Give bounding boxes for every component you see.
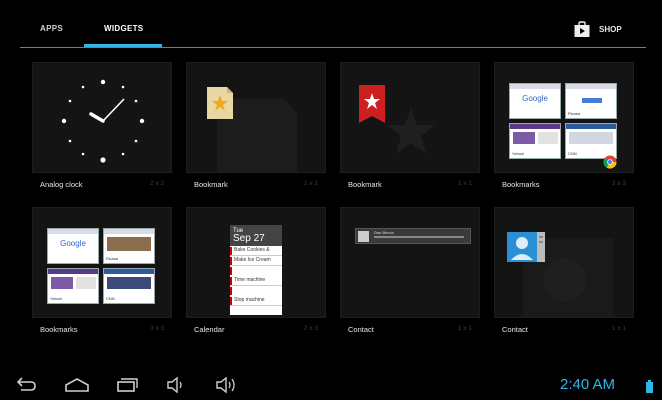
calendar-event: Stop machine bbox=[230, 296, 282, 306]
shop-button[interactable]: SHOP bbox=[573, 20, 622, 38]
bookmark-thumb-google: Google bbox=[47, 228, 99, 264]
volume-down-icon[interactable] bbox=[166, 376, 186, 399]
widget-preview: Tue Sep 27 Bake Cookies & Make Ice Cream… bbox=[186, 207, 326, 318]
bookmark-icon bbox=[207, 87, 297, 172]
widget-preview: Google Picasa Yahoo! CNN bbox=[32, 207, 172, 318]
widget-preview bbox=[186, 62, 326, 173]
bookmark-thumb-cnn: CNN bbox=[103, 268, 155, 304]
tab-divider bbox=[20, 47, 646, 48]
widget-name: Bookmark bbox=[348, 180, 382, 189]
bookmark-thumb-cnn: CNN bbox=[565, 123, 617, 159]
bookmark-thumb-yahoo: Yahoo! bbox=[509, 123, 561, 159]
bookmark-thumb-picasa: Picasa bbox=[103, 228, 155, 264]
tab-widgets[interactable]: WIDGETS bbox=[104, 24, 143, 33]
home-icon[interactable] bbox=[64, 376, 90, 399]
widget-name: Contact bbox=[348, 325, 374, 334]
widget-size: 1 x 1 bbox=[457, 325, 472, 332]
widget-size: 1 x 1 bbox=[303, 180, 318, 187]
bookmark-thumb-google: Google bbox=[509, 83, 561, 119]
widget-preview bbox=[340, 62, 480, 173]
bookmark-ribbon-icon bbox=[359, 85, 435, 154]
google-label: Google bbox=[522, 94, 548, 103]
calendar-date: Sep 27 bbox=[233, 233, 265, 244]
tab-apps[interactable]: APPS bbox=[40, 24, 63, 33]
tab-bar: APPS WIDGETS SHOP bbox=[0, 0, 662, 50]
avatar bbox=[358, 231, 369, 242]
bookmark-thumb-yahoo: Yahoo! bbox=[47, 268, 99, 304]
chrome-icon bbox=[603, 155, 617, 169]
widget-preview bbox=[494, 207, 634, 318]
battery-icon bbox=[646, 380, 653, 393]
widget-name: Bookmarks bbox=[502, 180, 540, 189]
volume-up-icon[interactable] bbox=[215, 376, 237, 399]
widget-size: 1 x 1 bbox=[611, 325, 626, 332]
widget-size: 1 x 1 bbox=[457, 180, 472, 187]
status-clock: 2:40 AM bbox=[560, 376, 616, 393]
widget-name: Analog clock bbox=[40, 180, 83, 189]
widget-preview bbox=[32, 62, 172, 173]
shop-label: SHOP bbox=[599, 24, 622, 34]
widget-size: 2 x 2 bbox=[149, 180, 164, 187]
bookmark-thumb-picasa: Picasa bbox=[565, 83, 617, 119]
widget-size: 2 x 3 bbox=[303, 325, 318, 332]
widget-name: Calendar bbox=[194, 325, 225, 334]
contact-icon bbox=[507, 232, 613, 317]
widget-size: 3 x 3 bbox=[149, 325, 164, 332]
widget-name: Bookmark bbox=[194, 180, 228, 189]
recent-apps-icon[interactable] bbox=[115, 376, 139, 399]
calendar-event: Time machine bbox=[230, 276, 282, 286]
widget-size: 3 x 3 bbox=[611, 180, 626, 187]
calendar-event: Make Ice Cream bbox=[230, 256, 282, 266]
analog-clock-icon bbox=[61, 79, 145, 163]
widget-name: Contact bbox=[502, 325, 528, 334]
calendar-event: Bake Cookies & bbox=[230, 246, 282, 256]
quick-contact-bubble: Dan Bevon bbox=[355, 228, 471, 244]
shopping-bag-icon bbox=[573, 20, 591, 38]
widget-preview: Dan Bevon bbox=[340, 207, 480, 318]
calendar-preview: Tue Sep 27 Bake Cookies & Make Ice Cream… bbox=[230, 225, 282, 315]
back-arrow-icon[interactable] bbox=[14, 376, 38, 399]
widget-preview: Google Picasa Yahoo! CNN bbox=[494, 62, 634, 173]
widget-name: Bookmarks bbox=[40, 325, 78, 334]
